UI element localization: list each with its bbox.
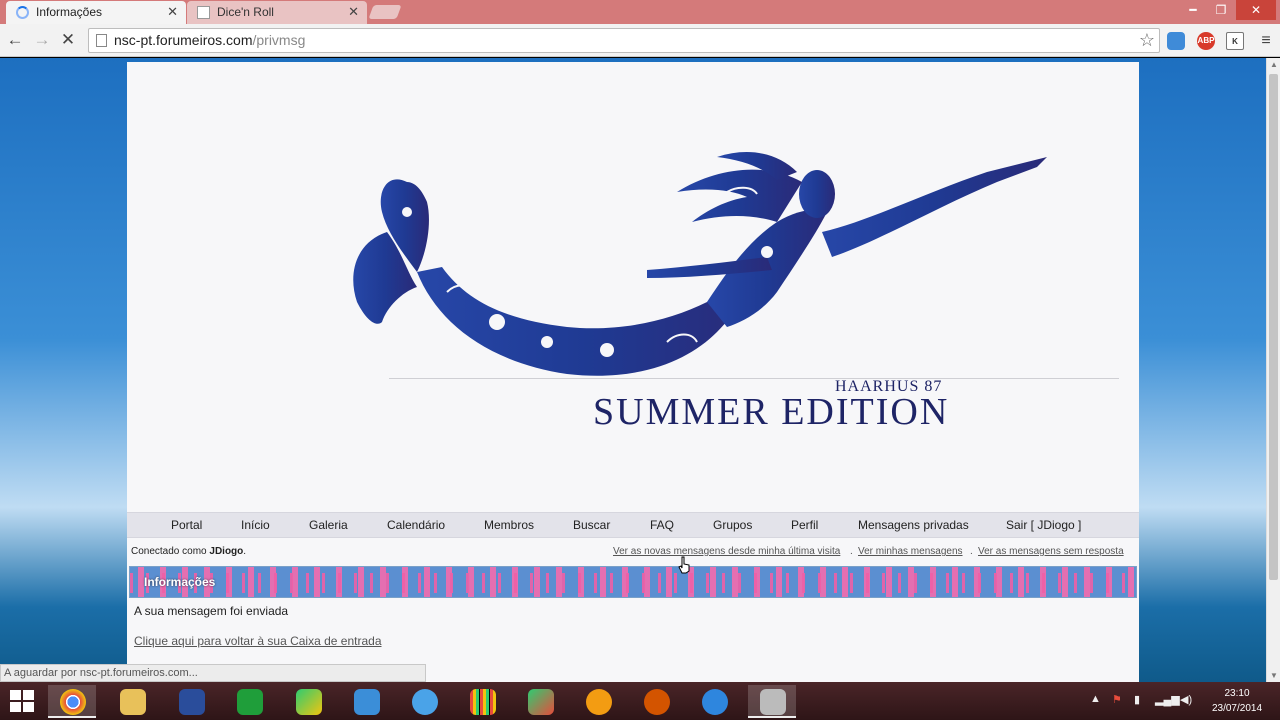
banner-rule: [389, 378, 1119, 379]
tab-informacoes[interactable]: Informações ✕: [6, 1, 186, 24]
flamingo-pattern: [130, 573, 1136, 593]
itunes-icon[interactable]: [400, 685, 448, 718]
help-icon[interactable]: [167, 685, 215, 718]
clock-date: 23/07/2014: [1211, 703, 1263, 714]
scroll-down-icon[interactable]: ▼: [1270, 671, 1278, 680]
nav-portal[interactable]: Portal: [171, 518, 202, 532]
page-icon: [197, 6, 210, 19]
url-host: nsc-pt.forumeiros.com: [114, 32, 253, 48]
taskbar-clock[interactable]: 23:10 23/07/2014: [1208, 686, 1266, 716]
icloud-icon[interactable]: [1167, 32, 1185, 50]
app-icon[interactable]: [284, 685, 332, 718]
link-separator: .: [970, 546, 973, 557]
close-tab-icon[interactable]: ✕: [348, 1, 359, 23]
equalizer-icon[interactable]: [458, 685, 506, 718]
volume-icon[interactable]: ◀): [1180, 693, 1192, 706]
new-posts-link[interactable]: Ver as novas mensagens desde minha últim…: [613, 546, 840, 557]
new-tab-button[interactable]: [368, 5, 402, 19]
scroll-up-icon[interactable]: ▲: [1270, 60, 1278, 69]
nav-calendario[interactable]: Calendário: [387, 518, 445, 532]
back-button[interactable]: ←: [5, 30, 25, 50]
minimize-button[interactable]: ━: [1180, 0, 1206, 20]
address-bar[interactable]: nsc-pt.forumeiros.com/privmsg ☆: [88, 28, 1160, 53]
forward-button[interactable]: →: [32, 30, 52, 50]
nav-inicio[interactable]: Início: [241, 518, 270, 532]
camera-icon[interactable]: [748, 685, 796, 718]
unanswered-posts-link[interactable]: Ver as mensagens sem resposta: [978, 546, 1124, 557]
battery-icon[interactable]: ▮: [1134, 693, 1140, 706]
nav-membros[interactable]: Membros: [484, 518, 534, 532]
nav-buscar[interactable]: Buscar: [573, 518, 610, 532]
tab-dice-n-roll[interactable]: Dice'n Roll ✕: [187, 1, 367, 24]
banner-title: SUMMER EDITION: [593, 391, 950, 433]
bookmark-star-icon[interactable]: ☆: [1139, 30, 1155, 51]
network-icon[interactable]: ▂▄▆: [1155, 693, 1180, 706]
page-viewport: HAARHUS 87 SUMMER EDITION Portal Início …: [0, 58, 1266, 682]
logged-in-as: Conectado como JDiogo.: [131, 546, 246, 557]
close-tab-icon[interactable]: ✕: [167, 1, 178, 23]
clock-time: 23:10: [1224, 688, 1250, 699]
close-window-button[interactable]: ✕: [1236, 0, 1276, 20]
tray-overflow-icon[interactable]: ▲: [1090, 693, 1101, 705]
tab-title: Informações: [36, 5, 103, 19]
url-path: /privmsg: [252, 32, 306, 48]
page-icon: [96, 34, 107, 47]
chrome-menu-icon[interactable]: ≡: [1258, 32, 1274, 50]
nav-galeria[interactable]: Galeria: [309, 518, 348, 532]
mermaid-illustration: [353, 152, 1047, 376]
stop-loading-button[interactable]: ✕: [58, 30, 78, 50]
nav-grupos[interactable]: Grupos: [713, 518, 752, 532]
nav-faq[interactable]: FAQ: [650, 518, 674, 532]
forum-navbar: Portal Início Galeria Calendário Membros…: [127, 512, 1139, 538]
dropbox-icon[interactable]: [342, 685, 390, 718]
windows-start-icon[interactable]: [10, 690, 34, 712]
tab-title: Dice'n Roll: [217, 5, 274, 19]
nav-sair[interactable]: Sair [ JDiogo ]: [1006, 518, 1081, 532]
info-panel-title: Informações: [144, 575, 216, 589]
windows-taskbar: ▲ ⚑ ▮ ▂▄▆ ◀) 23:10 23/07/2014: [0, 682, 1280, 720]
hand-cursor-icon: [678, 556, 690, 574]
browser-toolbar: ← → ✕ nsc-pt.forumeiros.com/privmsg ☆ AB…: [0, 24, 1280, 57]
paint-icon[interactable]: [516, 685, 564, 718]
tab-strip: Informações ✕ Dice'n Roll ✕ ━ ❐ ✕: [0, 0, 1280, 24]
loading-spinner-icon: [16, 6, 29, 19]
logged-in-label: Conectado como: [131, 546, 207, 557]
back-to-inbox-link[interactable]: Clique aqui para voltar à sua Caixa de e…: [134, 634, 382, 648]
media-icon[interactable]: [574, 685, 622, 718]
nav-mensagens-privadas[interactable]: Mensagens privadas: [858, 518, 969, 532]
restore-button[interactable]: ❐: [1208, 0, 1234, 20]
chrome-icon[interactable]: [48, 685, 96, 718]
forum-container: HAARHUS 87 SUMMER EDITION Portal Início …: [127, 62, 1139, 682]
username: JDiogo: [209, 546, 244, 557]
action-center-icon[interactable]: ⚑: [1112, 693, 1122, 706]
info-message: A sua mensagem foi enviada: [134, 604, 289, 618]
nav-perfil[interactable]: Perfil: [791, 518, 818, 532]
store-icon[interactable]: [225, 685, 273, 718]
scroll-thumb[interactable]: [1269, 74, 1278, 580]
k-extension-icon[interactable]: K: [1226, 32, 1244, 50]
adblock-plus-icon[interactable]: ABP: [1197, 32, 1215, 50]
info-panel-header: Informações: [129, 566, 1137, 598]
glove-icon[interactable]: [632, 685, 680, 718]
url-text[interactable]: nsc-pt.forumeiros.com/privmsg: [114, 32, 305, 48]
my-posts-link[interactable]: Ver minhas mensagens: [858, 546, 963, 557]
logged-in-suffix: .: [243, 546, 247, 557]
file-explorer-icon[interactable]: [108, 685, 156, 718]
link-separator: .: [850, 546, 853, 557]
forum-banner: HAARHUS 87 SUMMER EDITION: [127, 62, 1139, 512]
page-scrollbar[interactable]: ▲ ▼: [1266, 58, 1280, 682]
status-bubble: A aguardar por nsc-pt.forumeiros.com...: [0, 664, 426, 682]
lightning-icon[interactable]: [690, 685, 738, 718]
